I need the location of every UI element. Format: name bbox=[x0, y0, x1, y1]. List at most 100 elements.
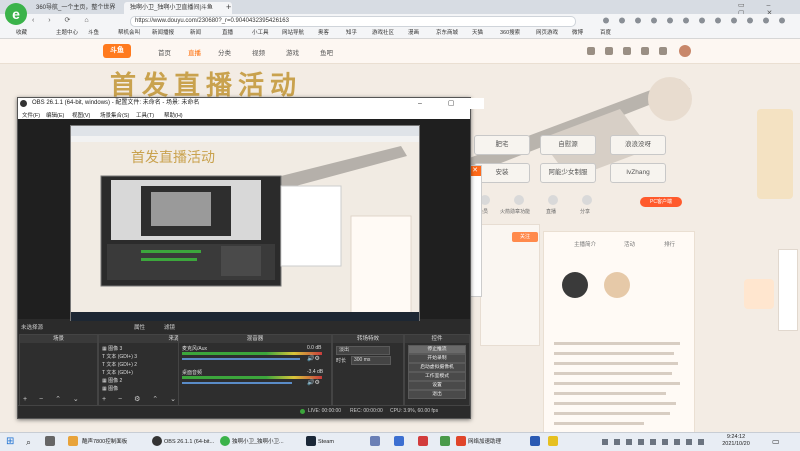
bookmark-item[interactable]: 京东商城 bbox=[436, 28, 458, 36]
taskbar-app[interactable]: Steam bbox=[318, 436, 334, 448]
stop-streaming-button[interactable]: 停止推流 bbox=[408, 345, 466, 354]
tag-pill[interactable]: 安装 bbox=[474, 163, 530, 183]
app-icon[interactable] bbox=[370, 436, 380, 446]
bookmark-item[interactable]: 主题中心 bbox=[56, 28, 78, 36]
speaker-icon[interactable]: 🔊⚙ bbox=[307, 379, 320, 386]
new-tab-icon[interactable]: + bbox=[226, 2, 231, 12]
bookmark-item[interactable]: 百度 bbox=[600, 28, 611, 36]
avatar[interactable] bbox=[562, 272, 588, 298]
source-item[interactable]: T 文本 (GDI+) 2 bbox=[102, 361, 137, 368]
bookmark-item[interactable]: 网页游戏 bbox=[536, 28, 558, 36]
obs-preview[interactable]: 首发直播活动 bbox=[18, 119, 470, 323]
filters-button[interactable]: 滤镜 bbox=[164, 323, 175, 331]
browser-logo-icon[interactable]: e bbox=[5, 3, 27, 25]
bookmark-item[interactable]: 收藏 bbox=[16, 28, 27, 36]
floating-promo[interactable] bbox=[744, 279, 774, 309]
nav-yuba[interactable]: 鱼吧 bbox=[320, 47, 333, 57]
system-tray-icons[interactable] bbox=[600, 437, 710, 447]
studio-mode-button[interactable]: 工作室模式 bbox=[408, 372, 466, 381]
pc-client-button[interactable]: PC客户端 bbox=[640, 197, 682, 207]
exit-button[interactable]: 退出 bbox=[408, 390, 466, 399]
bookmark-item[interactable]: 奥客 bbox=[318, 28, 329, 36]
file-explorer-icon[interactable] bbox=[68, 436, 78, 446]
bookmark-item[interactable]: 新闻 bbox=[190, 28, 201, 36]
share-icon[interactable] bbox=[582, 195, 592, 205]
side-promo-banner[interactable] bbox=[757, 109, 793, 199]
follow-button[interactable]: 关注 bbox=[512, 232, 538, 242]
tag-pill[interactable]: IvZhang bbox=[610, 163, 666, 183]
duration-input[interactable]: 300 ms bbox=[351, 356, 391, 365]
bookmark-item[interactable]: 新闻播报 bbox=[152, 28, 174, 36]
app-icon[interactable] bbox=[548, 436, 558, 446]
browser-tab[interactable]: 360导航_一个主页，整个世界 bbox=[30, 2, 122, 14]
nav-video[interactable]: 视频 bbox=[252, 47, 265, 57]
bookmark-item[interactable]: 游戏社区 bbox=[372, 28, 394, 36]
menu-edit[interactable]: 编辑(E) bbox=[46, 111, 64, 119]
tag-pill[interactable]: 肥宅 bbox=[474, 135, 530, 155]
tag-pill[interactable]: 自慰源 bbox=[540, 135, 596, 155]
browser-toolbar-icons[interactable] bbox=[600, 16, 790, 25]
taskbar-app[interactable]: 独啊小卫_独啊小卫... bbox=[232, 436, 284, 448]
properties-button[interactable]: 属性 bbox=[134, 323, 145, 331]
nav-home[interactable]: 首页 bbox=[158, 47, 171, 57]
source-add-remove-icons[interactable]: + − ⚙ ⌃ ⌄ bbox=[102, 395, 181, 403]
source-item[interactable]: ▦ 图像 2 bbox=[102, 377, 122, 384]
notification-icon[interactable]: ▭ bbox=[772, 436, 784, 448]
menu-file[interactable]: 文件(F) bbox=[22, 111, 40, 119]
menu-view[interactable]: 视图(V) bbox=[72, 111, 90, 119]
source-item[interactable]: ▦ 图像 3 bbox=[102, 345, 122, 352]
source-item[interactable]: T 文本 (GDI+) 3 bbox=[102, 353, 137, 360]
bookmark-item[interactable]: 网站导航 bbox=[282, 28, 304, 36]
menu-help[interactable]: 帮助(H) bbox=[164, 111, 183, 119]
app-icon[interactable] bbox=[418, 436, 428, 446]
app-icon[interactable] bbox=[440, 436, 450, 446]
obs-icon[interactable] bbox=[152, 436, 162, 446]
search-icon[interactable]: ⌕ bbox=[26, 436, 31, 448]
virtual-camera-button[interactable]: 启动虚拟摄像机 bbox=[408, 363, 466, 372]
bookmark-item[interactable]: 小工具 bbox=[252, 28, 269, 36]
bookmark-item[interactable]: 直播 bbox=[222, 28, 233, 36]
steam-icon[interactable] bbox=[306, 436, 316, 446]
start-recording-button[interactable]: 开始录制 bbox=[408, 354, 466, 363]
bookmark-item[interactable]: 天猫 bbox=[472, 28, 483, 36]
bookmark-item[interactable]: 帮机会叫 bbox=[118, 28, 140, 36]
scene-add-remove-icons[interactable]: + − ⌃ ⌄ bbox=[23, 395, 84, 403]
source-item[interactable]: ▦ 图像 bbox=[102, 385, 118, 392]
source-item[interactable]: T 文本 (GDI+) bbox=[102, 369, 133, 376]
url-input[interactable]: https://www.douyu.com/230680?_r=0.904043… bbox=[130, 16, 576, 27]
nav-live[interactable]: 直播 bbox=[188, 47, 201, 57]
panel-tab[interactable]: 活动 bbox=[624, 240, 635, 248]
menu-scene-collection[interactable]: 场景集合(S) bbox=[100, 111, 129, 119]
network-accelerator-icon[interactable] bbox=[456, 436, 466, 446]
browser-tab-active[interactable]: 独啊小卫_独啊小卫直播间|斗鱼 bbox=[124, 2, 232, 14]
menu-tools[interactable]: 工具(T) bbox=[136, 111, 154, 119]
bookmark-item[interactable]: 微博 bbox=[572, 28, 583, 36]
bookmark-item[interactable]: 斗鱼 bbox=[88, 28, 99, 36]
avatar[interactable] bbox=[604, 272, 630, 298]
site-logo[interactable]: 斗鱼 bbox=[103, 44, 131, 58]
nav-category[interactable]: 分类 bbox=[218, 47, 231, 57]
bookmark-item[interactable]: 漫画 bbox=[408, 28, 419, 36]
bookmark-item[interactable]: 360搜索 bbox=[500, 28, 520, 36]
app-icon[interactable] bbox=[394, 436, 404, 446]
panel-tab[interactable]: 排行 bbox=[664, 240, 675, 248]
transition-select[interactable]: 淡出 bbox=[336, 346, 390, 355]
nav-arrows-icon[interactable]: ‹ › ⟳ ⌂ bbox=[32, 16, 95, 24]
speaker-icon[interactable]: 🔊⚙ bbox=[307, 355, 320, 362]
tag-pill[interactable]: 阿能少女制服 bbox=[540, 163, 596, 183]
taskbar-app[interactable]: 酷声7800控制面板 bbox=[82, 436, 127, 448]
task-view-icon[interactable] bbox=[45, 436, 55, 446]
settings-button[interactable]: 设置 bbox=[408, 381, 466, 390]
clock[interactable]: 9:24:12 2021/10/20 bbox=[716, 434, 756, 448]
rocket-badge-icon[interactable] bbox=[514, 195, 524, 205]
bookmark-item[interactable]: 知乎 bbox=[346, 28, 357, 36]
tag-pill[interactable]: 浪浪没呀 bbox=[610, 135, 666, 155]
live-icon[interactable] bbox=[548, 195, 558, 205]
panel-tab[interactable]: 主播简介 bbox=[574, 240, 596, 248]
volume-slider[interactable] bbox=[182, 358, 300, 360]
nav-game[interactable]: 游戏 bbox=[286, 47, 299, 57]
start-icon[interactable]: ⊞ bbox=[6, 436, 14, 448]
app-icon[interactable] bbox=[530, 436, 540, 446]
user-toolbar-icons[interactable] bbox=[585, 44, 700, 58]
volume-slider[interactable] bbox=[182, 382, 292, 384]
